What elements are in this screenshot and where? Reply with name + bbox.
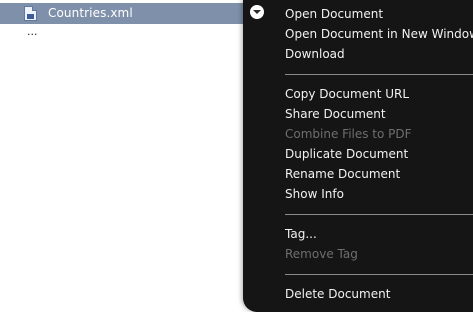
menu-item-remove-tag: Remove Tag <box>285 247 358 261</box>
menu-item-share[interactable]: Share Document <box>285 104 386 124</box>
menu-item-download[interactable]: Download <box>285 44 345 64</box>
menu-item-duplicate[interactable]: Duplicate Document <box>285 144 408 164</box>
context-menu: Open Document Open Document in New Windo… <box>243 0 473 312</box>
menu-separator <box>285 274 473 275</box>
menu-item-open-new-window[interactable]: Open Document in New Window <box>285 24 473 44</box>
menu-item-tag[interactable]: Tag... <box>285 224 317 244</box>
file-name[interactable]: Countries.xml <box>48 6 133 20</box>
menu-item-copy-url[interactable]: Copy Document URL <box>285 84 409 104</box>
menu-item-open-document[interactable]: Open Document <box>285 4 383 24</box>
menu-separator <box>285 74 473 75</box>
file-row-selected[interactable]: Countries.xml <box>0 3 270 24</box>
menu-item-show-info[interactable]: Show Info <box>285 184 344 204</box>
chevron-down-icon <box>253 10 261 14</box>
menu-item-rename[interactable]: Rename Document <box>285 164 400 184</box>
menu-item-combine-pdf: Combine Files to PDF <box>285 127 412 141</box>
menu-trigger-button[interactable] <box>250 5 264 19</box>
xml-file-icon <box>24 6 37 21</box>
more-indicator: ... <box>27 25 38 38</box>
menu-item-delete[interactable]: Delete Document <box>285 284 390 304</box>
menu-separator <box>285 214 473 215</box>
